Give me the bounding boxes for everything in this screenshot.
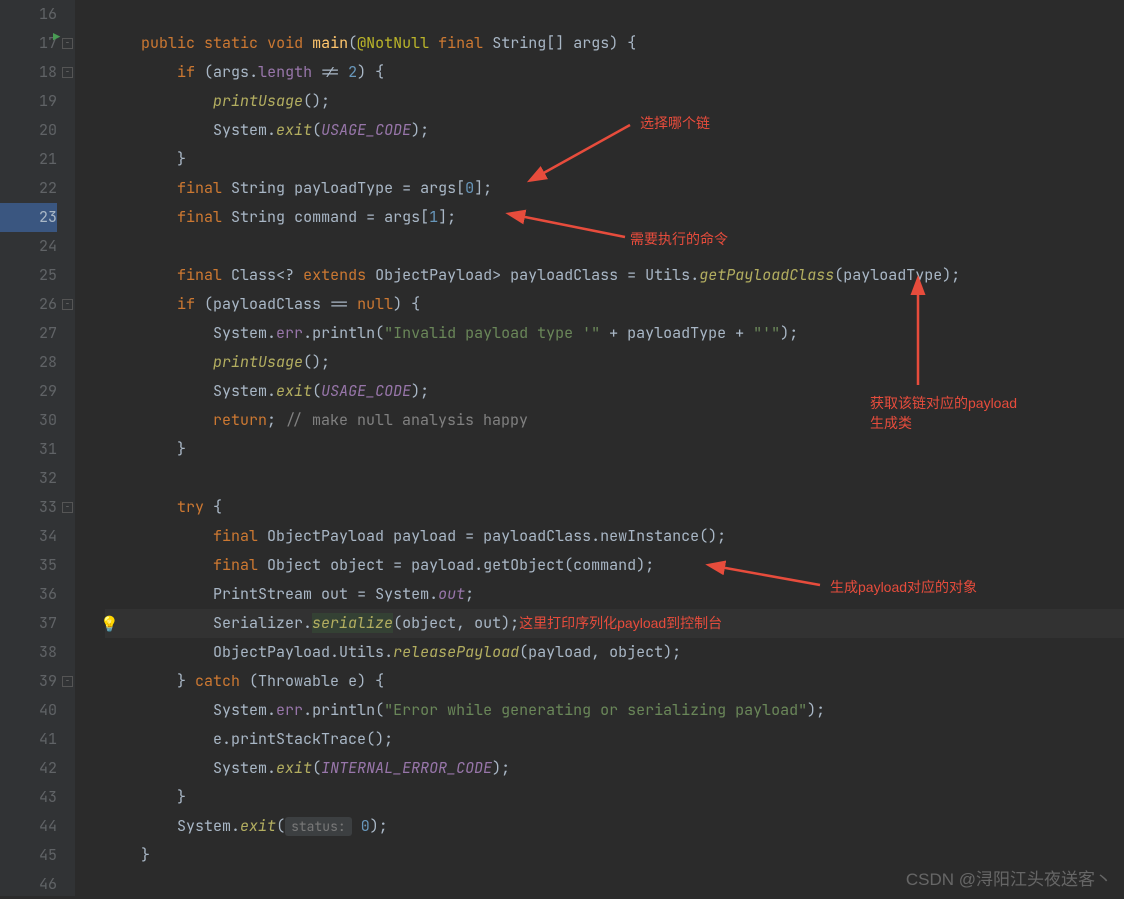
code-line[interactable]: } catch (Throwable e) { xyxy=(105,667,1124,696)
code-line[interactable]: } xyxy=(105,783,1124,812)
line-no: 25 xyxy=(0,261,57,290)
code-line[interactable] xyxy=(105,232,1124,261)
code-line[interactable] xyxy=(105,0,1124,29)
line-no: 29 xyxy=(0,377,57,406)
code-line[interactable]: e.printStackTrace(); xyxy=(105,725,1124,754)
code-line[interactable]: if (args.length != 2) { xyxy=(105,58,1124,87)
line-no: 41 xyxy=(0,725,57,754)
code-line[interactable]: try { xyxy=(105,493,1124,522)
line-no: 43 xyxy=(0,783,57,812)
code-editor[interactable]: 16 17 18 19 20 21 22 23 24 25 26 27 28 2… xyxy=(0,0,1124,896)
code-line[interactable]: System.exit(INTERNAL_ERROR_CODE); xyxy=(105,754,1124,783)
line-no: 39 xyxy=(0,667,57,696)
fold-icon[interactable]: − xyxy=(62,67,73,78)
annotation-label: 生成类 xyxy=(870,413,912,433)
line-no: 31 xyxy=(0,435,57,464)
code-line[interactable]: System.exit(USAGE_CODE); xyxy=(105,116,1124,145)
code-line[interactable]: ObjectPayload.Utils.releasePayload(paylo… xyxy=(105,638,1124,667)
line-no: 42 xyxy=(0,754,57,783)
line-no: 24 xyxy=(0,232,57,261)
line-no: 22 xyxy=(0,174,57,203)
line-no: 44 xyxy=(0,812,57,841)
fold-icon[interactable]: − xyxy=(62,502,73,513)
code-line[interactable]: final Object object = payload.getObject(… xyxy=(105,551,1124,580)
fold-icon[interactable]: − xyxy=(62,38,73,49)
line-no: 40 xyxy=(0,696,57,725)
gutter: 16 17 18 19 20 21 22 23 24 25 26 27 28 2… xyxy=(0,0,75,896)
code-line[interactable]: final String payloadType = args[0]; xyxy=(105,174,1124,203)
line-no: 20 xyxy=(0,116,57,145)
annotation-label: 获取该链对应的payload xyxy=(870,393,1017,413)
code-line[interactable]: System.err.println("Invalid payload type… xyxy=(105,319,1124,348)
line-no: 19 xyxy=(0,87,57,116)
code-line[interactable]: } xyxy=(105,435,1124,464)
line-no: 37 xyxy=(0,609,57,638)
line-no: 36 xyxy=(0,580,57,609)
code-line[interactable]: final String command = args[1]; xyxy=(105,203,1124,232)
param-hint: status: xyxy=(285,817,352,836)
line-no: 18 xyxy=(0,58,57,87)
annotation-label: 选择哪个链 xyxy=(640,113,710,133)
line-no: 17 xyxy=(0,29,57,58)
code-line[interactable]: System.err.println("Error while generati… xyxy=(105,696,1124,725)
annotation-label: 需要执行的命令 xyxy=(630,229,728,249)
line-no: 32 xyxy=(0,464,57,493)
code-line[interactable]: System.exit(status: 0); xyxy=(105,812,1124,841)
code-line[interactable] xyxy=(105,464,1124,493)
code-line[interactable]: printUsage(); xyxy=(105,87,1124,116)
code-line-current[interactable]: Serializer.serialize(object, out);这里打印序列… xyxy=(105,609,1124,638)
line-no: 35 xyxy=(0,551,57,580)
code-area[interactable]: − − − − − public static void main(@NotNu… xyxy=(75,0,1124,896)
line-no: 28 xyxy=(0,348,57,377)
line-no: 34 xyxy=(0,522,57,551)
inline-annotation: 这里打印序列化payload到控制台 xyxy=(519,615,722,631)
line-no-breakpoint[interactable]: 23 xyxy=(0,203,57,232)
line-no: 27 xyxy=(0,319,57,348)
annotation-label: 生成payload对应的对象 xyxy=(830,577,977,597)
watermark: CSDN @浔阳江头夜送客丶 xyxy=(906,865,1112,890)
code-line[interactable]: final ObjectPayload payload = payloadCla… xyxy=(105,522,1124,551)
line-no: 30 xyxy=(0,406,57,435)
fold-icon[interactable]: − xyxy=(62,676,73,687)
fold-icon[interactable]: − xyxy=(62,299,73,310)
line-no: 46 xyxy=(0,870,57,899)
code-line[interactable]: final Class<? extends ObjectPayload> pay… xyxy=(105,261,1124,290)
line-no: 26 xyxy=(0,290,57,319)
line-no: 33 xyxy=(0,493,57,522)
line-no: 38 xyxy=(0,638,57,667)
run-icon[interactable]: ▶ xyxy=(53,29,60,45)
code-line[interactable]: } xyxy=(105,145,1124,174)
line-no: 45 xyxy=(0,841,57,870)
line-no: 21 xyxy=(0,145,57,174)
code-line[interactable]: printUsage(); xyxy=(105,348,1124,377)
code-line[interactable]: public static void main(@NotNull final S… xyxy=(105,29,1124,58)
code-line[interactable]: if (payloadClass == null) { xyxy=(105,290,1124,319)
line-no: 16 xyxy=(0,0,57,29)
intention-bulb-icon[interactable]: 💡 xyxy=(100,614,119,634)
